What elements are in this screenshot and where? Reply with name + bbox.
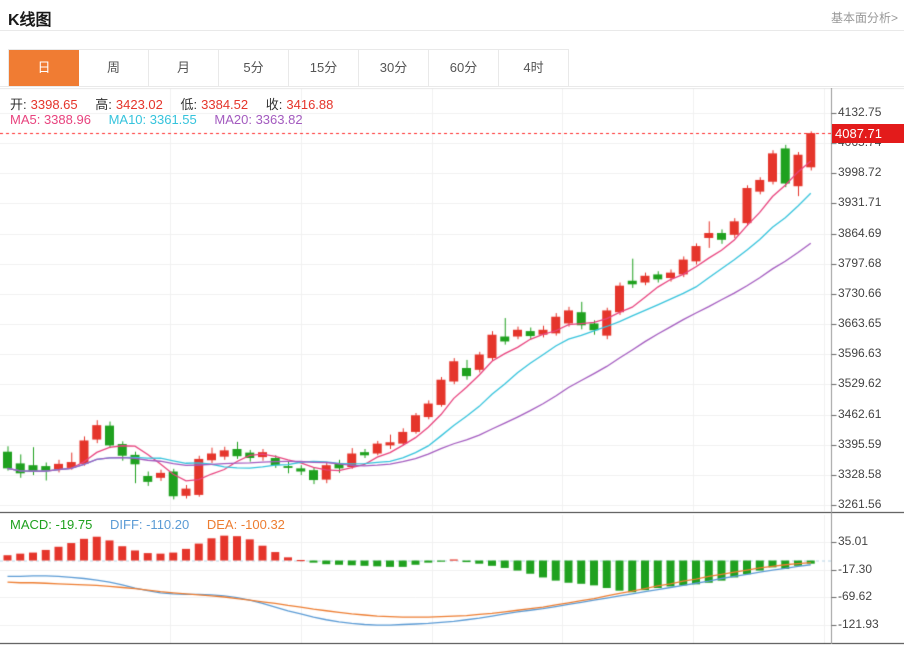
tab-5min[interactable]: 5分 — [219, 50, 289, 87]
ma-legend: MA5: 3388.96 MA10: 3361.55 MA20: 3363.82 — [10, 112, 307, 127]
y-axis-label: 3730.66 — [838, 286, 882, 300]
kline-chart-area: 开: 3398.65 高: 3423.02 低: 3384.52 收: 3416.88 … — [0, 88, 904, 645]
dea-value: DEA: -100.32 — [206, 517, 285, 532]
y-axis-label: 3529.62 — [838, 376, 882, 390]
y-axis-label: 3797.68 — [838, 256, 882, 270]
y-axis-label: 3998.72 — [838, 165, 882, 179]
y-axis-label: 3663.65 — [838, 316, 882, 330]
y-axis-label: 3931.71 — [838, 195, 882, 209]
y-axis-label: 3864.69 — [838, 226, 882, 240]
open-value: 3398.65 — [30, 97, 78, 112]
y-axis-label: 3596.63 — [838, 346, 882, 360]
close-label: 收: — [265, 97, 283, 112]
open-label: 开: — [10, 97, 27, 112]
y-axis-label: 3328.58 — [838, 467, 882, 481]
tab-4hour[interactable]: 4时 — [499, 50, 569, 87]
candlestick-macd-canvas[interactable] — [0, 88, 904, 645]
y-axis-label: 35.01 — [838, 534, 869, 548]
diff-value: DIFF: -110.20 — [110, 517, 190, 532]
low-value: 3384.52 — [201, 97, 249, 112]
page-title: K线图 — [8, 12, 52, 29]
macd-value: MACD: -19.75 — [10, 517, 93, 532]
macd-legend: MACD: -19.75 DIFF: -110.20 DEA: -100.32 — [10, 517, 289, 532]
y-axis-label: 4132.75 — [838, 105, 882, 119]
tab-30min[interactable]: 30分 — [359, 50, 429, 87]
tab-week[interactable]: 周 — [79, 50, 149, 87]
tab-60min[interactable]: 60分 — [429, 50, 499, 87]
y-axis-label: -121.93 — [838, 617, 879, 631]
high-label: 高: — [95, 97, 112, 112]
tab-15min[interactable]: 15分 — [289, 50, 359, 87]
current-price-tag: 4087.71 — [832, 124, 904, 143]
ma20-value: MA20: 3363.82 — [214, 112, 303, 127]
close-value: 3416.88 — [286, 97, 334, 112]
y-axis-label: 3395.59 — [838, 437, 882, 451]
low-label: 低: — [180, 97, 198, 112]
y-axis-label: -17.30 — [838, 562, 873, 576]
fundamental-analysis-link[interactable]: 基本面分析> — [831, 9, 898, 26]
timeframe-tabs: 日 周 月 5分 15分 30分 60分 4时 — [8, 49, 569, 87]
y-axis-label: -69.62 — [838, 589, 873, 603]
tab-month[interactable]: 月 — [149, 50, 219, 87]
ohlc-legend: 开: 3398.65 高: 3423.02 低: 3384.52 收: 3416.88 — [10, 94, 337, 113]
high-value: 3423.02 — [115, 97, 163, 112]
page-header: K线图 基本面分析> — [0, 0, 904, 31]
tab-day[interactable]: 日 — [9, 50, 79, 87]
tabs-underline — [0, 86, 904, 87]
ma5-value: MA5: 3388.96 — [10, 112, 91, 127]
ma10-value: MA10: 3361.55 — [108, 112, 197, 127]
y-axis-label: 3462.61 — [838, 407, 882, 421]
y-axis-label: 3261.56 — [838, 497, 882, 511]
